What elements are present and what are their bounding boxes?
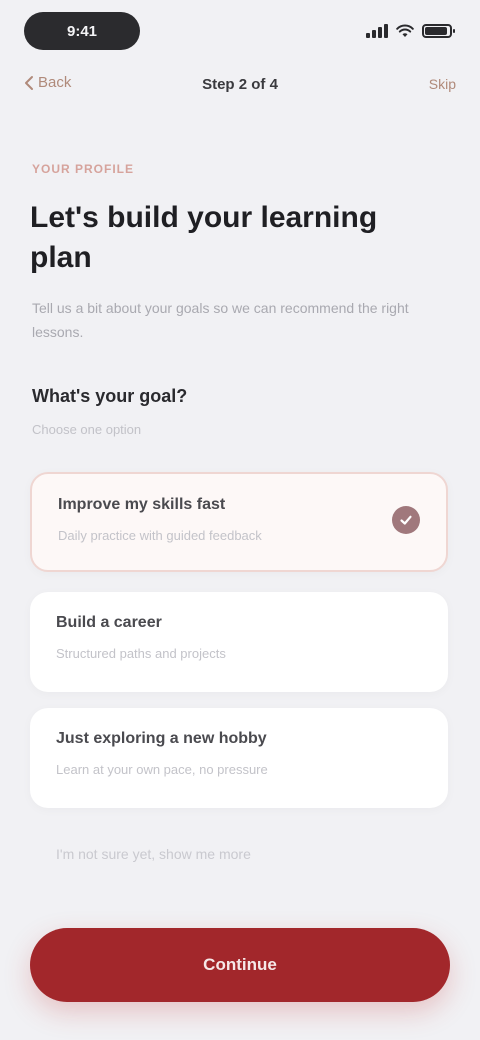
- option-card-improve-skills[interactable]: Improve my skills fast Daily practice wi…: [30, 472, 448, 572]
- status-icons: [366, 22, 455, 40]
- wifi-icon: [396, 24, 414, 37]
- status-time: 9:41: [24, 12, 140, 50]
- question-title: What's your goal?: [32, 386, 188, 406]
- option-description: Daily practice with guided feedback: [58, 528, 262, 543]
- option-title: Build a career: [56, 614, 162, 631]
- nav-bar: Back Step 2 of 4 Skip: [0, 64, 480, 108]
- status-bar: 9:41: [0, 0, 480, 62]
- check-icon: [400, 515, 412, 525]
- option-title: Just exploring a new hobby: [56, 730, 267, 747]
- battery-icon: [422, 24, 455, 38]
- page-subtitle: Tell us a bit about your goals so we can…: [32, 300, 409, 340]
- option-card-career[interactable]: Build a career Structured paths and proj…: [30, 592, 448, 692]
- option-description: Structured paths and projects: [56, 646, 226, 661]
- option-card-not-sure[interactable]: I'm not sure yet, show me more: [30, 826, 448, 888]
- option-title: Improve my skills fast: [58, 496, 226, 513]
- nav-title: Step 2 of 4: [202, 76, 278, 93]
- option-title: I'm not sure yet, show me more: [56, 846, 251, 862]
- page-title: Let's build your learning plan: [30, 201, 378, 274]
- selected-radio-icon: [392, 506, 420, 534]
- signal-icon: [366, 24, 388, 38]
- option-card-hobby[interactable]: Just exploring a new hobby Learn at your…: [30, 708, 448, 808]
- eyebrow-label: Your profile: [32, 162, 135, 176]
- option-description: Learn at your own pace, no pressure: [56, 762, 268, 777]
- question-hint: Choose one option: [32, 422, 142, 437]
- skip-button[interactable]: Skip: [429, 76, 456, 92]
- continue-button[interactable]: Continue: [30, 928, 450, 1002]
